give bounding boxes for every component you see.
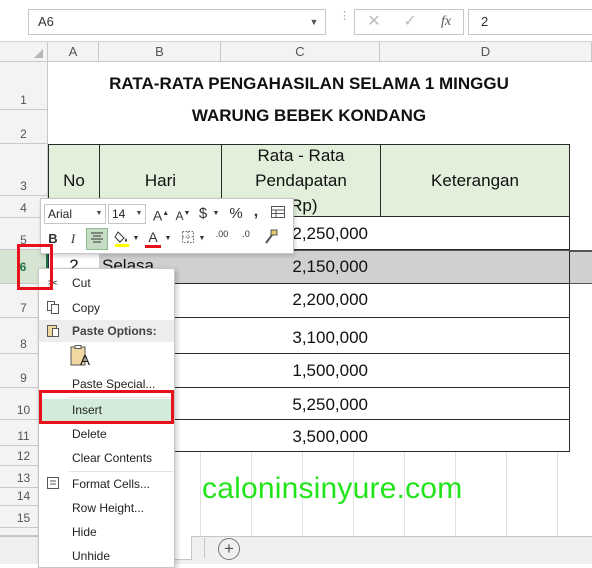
menu-item-copy-label: Copy — [72, 301, 101, 315]
cell-c6[interactable]: 2,150,000 — [221, 251, 381, 284]
currency-icon[interactable]: $ — [195, 204, 211, 224]
header-rata-line-2: Pendapatan — [255, 171, 347, 190]
header-rata-line-1: Rata - Rata — [257, 146, 345, 165]
cell-c7[interactable]: 2,200,000 — [221, 284, 381, 318]
font-size-dropdown-icon[interactable]: ▼ — [133, 205, 145, 223]
fill-color-icon[interactable] — [113, 229, 131, 249]
cancel-icon[interactable]: ✕ — [357, 10, 391, 34]
paste-icon — [45, 323, 61, 339]
font-size-select[interactable]: 14 ▼ — [108, 204, 146, 224]
menu-item-hide[interactable]: Hide — [39, 521, 174, 543]
menu-item-paste-special-label: Paste Special... — [72, 377, 156, 391]
cell-c9[interactable]: 1,500,000 — [221, 354, 381, 388]
menu-item-row-height[interactable]: Row Height... — [39, 497, 174, 519]
menu-separator — [69, 471, 173, 472]
cell-d8[interactable] — [380, 318, 570, 354]
borders-dropdown-icon[interactable]: ▼ — [197, 229, 207, 249]
format-table-icon[interactable] — [269, 204, 287, 224]
font-color-icon[interactable]: A — [145, 228, 161, 248]
row-header-2[interactable]: 2 — [0, 110, 48, 144]
menu-item-clear-contents-label: Clear Contents — [72, 451, 153, 465]
menu-item-clear-contents[interactable]: Clear Contents — [39, 447, 174, 469]
sheet-title-line-1: RATA-RATA PENGAHASILAN SELAMA 1 MINGGU — [109, 74, 509, 93]
menu-item-cut[interactable]: ✂ Cut — [39, 272, 174, 294]
paste-icon-letter: A — [80, 352, 91, 369]
column-header-a[interactable]: A — [48, 42, 99, 62]
header-keterangan[interactable]: Keterangan — [380, 144, 570, 217]
sheet-tab[interactable] — [172, 536, 192, 560]
select-all-triangle-icon — [34, 49, 43, 58]
grow-font-icon[interactable]: A▲ — [151, 204, 171, 224]
name-box-dropdown-icon[interactable]: ▼ — [304, 10, 324, 34]
menu-item-delete[interactable]: Delete — [39, 423, 174, 445]
paste-keep-format-icon[interactable]: A — [69, 345, 91, 371]
format-cells-icon — [45, 476, 61, 492]
cell-d9[interactable] — [380, 354, 570, 388]
font-size-value: 14 — [112, 207, 126, 221]
currency-dropdown-icon[interactable]: ▼ — [211, 204, 221, 224]
highlight-insert-item — [39, 390, 174, 424]
cell-d10[interactable] — [380, 388, 570, 420]
menu-item-format-cells[interactable]: Format Cells... — [39, 473, 174, 495]
align-center-button[interactable] — [86, 228, 108, 250]
format-painter-icon[interactable] — [261, 229, 281, 249]
sheet-title-line-2: WARUNG BEBEK KONDANG — [191, 106, 427, 125]
font-name-select[interactable]: Arial ▼ — [44, 204, 106, 224]
percent-icon[interactable]: % — [227, 204, 245, 224]
menu-item-unhide-label: Unhide — [72, 549, 111, 563]
menu-item-hide-label: Hide — [72, 525, 97, 539]
increase-decimal-icon[interactable]: .00 — [211, 229, 233, 249]
add-sheet-icon[interactable]: + — [218, 538, 240, 560]
watermark: caloninsinyure.com — [202, 472, 463, 505]
enter-icon[interactable]: ✓ — [393, 10, 427, 34]
menu-item-row-height-label: Row Height... — [72, 501, 145, 515]
italic-button[interactable]: I — [64, 229, 82, 249]
menu-item-cut-label: Cut — [72, 276, 91, 290]
menu-item-format-cells-label: Format Cells... — [72, 477, 151, 491]
comma-style-icon[interactable]: , — [249, 202, 263, 222]
column-header-b[interactable]: B — [99, 42, 221, 62]
shrink-font-icon[interactable]: A▼ — [173, 204, 193, 224]
cell-d6[interactable] — [380, 251, 570, 284]
cell-c8[interactable]: 3,100,000 — [221, 318, 381, 354]
paste-options-label: Paste Options: — [72, 324, 157, 338]
row-header-1[interactable]: 1 — [0, 62, 48, 110]
cell-c11[interactable]: 3,500,000 — [221, 420, 381, 452]
formula-input[interactable]: 2 — [468, 9, 592, 35]
formula-buttons-group: ✕ ✓ fx — [354, 9, 464, 35]
cell-d7[interactable] — [380, 284, 570, 318]
borders-icon[interactable] — [179, 229, 197, 249]
menu-paste-options-header: Paste Options: — [39, 320, 174, 342]
formula-bar-grip-icon[interactable]: ⋮ — [339, 11, 350, 31]
insert-function-icon[interactable]: fx — [429, 10, 463, 34]
copy-icon — [45, 300, 61, 316]
cell-c10[interactable]: 5,250,000 — [221, 388, 381, 420]
column-header-d[interactable]: D — [380, 42, 592, 62]
cell-d11[interactable] — [380, 420, 570, 452]
font-name-dropdown-icon[interactable]: ▼ — [93, 205, 105, 223]
font-color-dropdown-icon[interactable]: ▼ — [163, 229, 173, 249]
tab-separator — [204, 538, 205, 558]
menu-item-copy[interactable]: Copy — [39, 297, 174, 319]
font-name-value: Arial — [48, 207, 73, 221]
column-header-c[interactable]: C — [221, 42, 380, 62]
decrease-decimal-icon[interactable]: .0 — [235, 229, 257, 249]
menu-item-delete-label: Delete — [72, 427, 107, 441]
cell-d5[interactable] — [380, 217, 570, 250]
row-header-3[interactable]: 3 — [0, 144, 48, 196]
highlight-row-header-6 — [17, 244, 53, 290]
fill-color-dropdown-icon[interactable]: ▼ — [131, 229, 141, 249]
name-box[interactable]: A6 — [28, 9, 326, 35]
mini-toolbar: Arial ▼ 14 ▼ A▲ A▼ $ ▼ % , B I ▼ A ▼ ▼ .… — [40, 198, 294, 254]
